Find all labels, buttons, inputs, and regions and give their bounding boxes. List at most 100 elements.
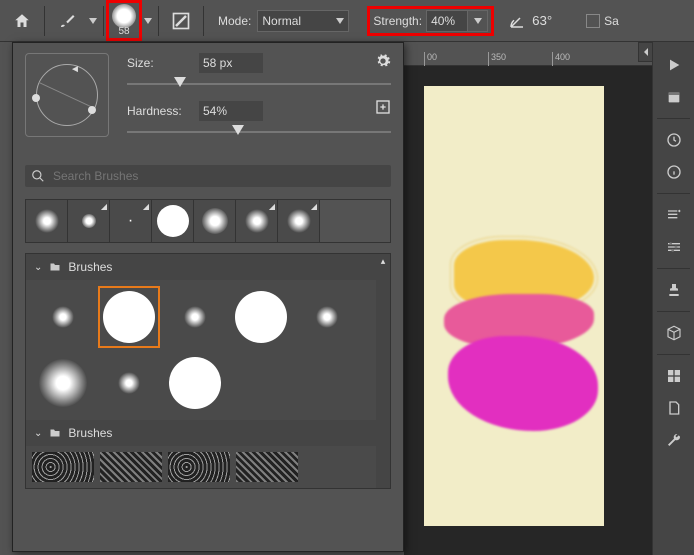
- brush-preset-selected[interactable]: [98, 286, 160, 348]
- hardness-slider[interactable]: [127, 125, 391, 139]
- mode-select[interactable]: Normal: [257, 10, 349, 32]
- new-brush-button[interactable]: [375, 99, 391, 115]
- strength-label: Strength:: [373, 14, 422, 28]
- scroll-up-button[interactable]: ▴: [376, 254, 390, 268]
- sample-all-layers-checkbox[interactable]: Sa: [586, 14, 619, 28]
- chevron-down-icon: [144, 18, 152, 24]
- chevron-down-icon: [89, 18, 97, 24]
- folder-label: Brushes: [68, 426, 112, 440]
- brush-search-input[interactable]: [53, 169, 385, 183]
- info-panel-button[interactable]: [656, 157, 692, 187]
- folder-header[interactable]: ⌄ Brushes: [26, 420, 390, 446]
- brush-folder: ▴ ⌄ Brushes ⌄ Brushes: [25, 253, 391, 489]
- soft-round-icon: [287, 209, 311, 233]
- brush-preset-picker[interactable]: 58: [108, 2, 140, 39]
- ruler-tick: 350: [488, 52, 506, 66]
- wrench-icon: [666, 432, 682, 448]
- brush-preset[interactable]: [98, 352, 160, 414]
- separator: [657, 354, 690, 355]
- chevron-down-icon: [474, 18, 482, 24]
- panel-menu-button[interactable]: [375, 53, 391, 69]
- calendar-icon: [666, 89, 682, 105]
- recent-brush[interactable]: ◢: [278, 200, 320, 242]
- soft-round-icon: [52, 306, 74, 328]
- slider-thumb[interactable]: [232, 125, 244, 135]
- roundness-handle[interactable]: [88, 106, 96, 114]
- brush-size-readout: 58: [118, 26, 129, 37]
- separator: [657, 193, 690, 194]
- canvas[interactable]: [424, 86, 604, 526]
- recent-brush[interactable]: [194, 200, 236, 242]
- size-slider[interactable]: [127, 77, 391, 91]
- brushes-panel-button[interactable]: [656, 200, 692, 230]
- recent-brush[interactable]: ◢: [68, 200, 110, 242]
- adjustments-panel-button[interactable]: [656, 425, 692, 455]
- strength-input[interactable]: 40%: [426, 10, 468, 32]
- brush-preset-texture[interactable]: [100, 452, 162, 482]
- strength-dropdown[interactable]: [468, 10, 488, 32]
- tool-preset-picker[interactable]: [49, 3, 85, 39]
- separator: [657, 268, 690, 269]
- soft-round-icon: [184, 306, 206, 328]
- brush-settings-panel-button[interactable]: [656, 232, 692, 262]
- info-icon: [666, 164, 682, 180]
- brush-preset[interactable]: [230, 286, 292, 348]
- play-actions-button[interactable]: [656, 50, 692, 80]
- soft-round-icon: [35, 209, 59, 233]
- soft-round-icon: [118, 372, 140, 394]
- soft-round-icon: [82, 214, 96, 228]
- mode-value: Normal: [262, 14, 301, 28]
- strength-group: Strength: 40%: [369, 8, 492, 34]
- recent-brush[interactable]: [26, 200, 68, 242]
- layers-panel-button[interactable]: [656, 393, 692, 423]
- angle-arrow-icon: ◄: [70, 64, 80, 75]
- brush-icon: [58, 12, 76, 30]
- modifier-badge: ◢: [101, 202, 107, 211]
- brush-preset[interactable]: [32, 286, 94, 348]
- size-input[interactable]: 58 px: [199, 53, 263, 73]
- angle-handle[interactable]: [32, 94, 40, 102]
- hard-round-icon: [235, 291, 287, 343]
- brush-preset[interactable]: [164, 286, 226, 348]
- brush-grid: [26, 280, 390, 420]
- brush-preset[interactable]: [32, 352, 94, 414]
- mode-label: Mode:: [218, 14, 251, 28]
- hard-round-icon: [169, 357, 221, 409]
- expand-panels-button[interactable]: [638, 42, 652, 62]
- stroke-magenta: [448, 336, 598, 431]
- recent-brush[interactable]: ◢: [236, 200, 278, 242]
- folder-header[interactable]: ⌄ Brushes: [26, 254, 390, 280]
- soft-round-large-icon: [39, 359, 87, 407]
- brush-preset-texture[interactable]: [236, 452, 298, 482]
- tool-preset-dropdown[interactable]: [87, 18, 99, 24]
- brush-preset[interactable]: [296, 286, 358, 348]
- brush-preset-dropdown[interactable]: [142, 18, 154, 24]
- home-button[interactable]: [4, 3, 40, 39]
- history-panel-button[interactable]: [656, 125, 692, 155]
- recent-brush[interactable]: ·◢: [110, 200, 152, 242]
- hard-round-icon: [103, 291, 155, 343]
- clone-source-panel-button[interactable]: [656, 275, 692, 305]
- play-icon: [666, 57, 682, 73]
- ruler-horizontal[interactable]: 00 350 400: [404, 42, 652, 66]
- paint-strokes: [444, 240, 594, 440]
- brush-preset-texture[interactable]: [32, 452, 94, 482]
- recent-brush[interactable]: [152, 200, 194, 242]
- brush-search[interactable]: [25, 165, 391, 187]
- brush-preset-texture[interactable]: [168, 452, 230, 482]
- brush-settings-button[interactable]: [163, 3, 199, 39]
- 3d-panel-button[interactable]: [656, 318, 692, 348]
- hard-round-icon: [157, 205, 189, 237]
- angle-input[interactable]: [532, 13, 568, 28]
- hard-round-tiny-icon: ·: [128, 212, 133, 230]
- sample-label: Sa: [604, 14, 619, 28]
- swatches-panel-button[interactable]: [656, 361, 692, 391]
- brush-angle-editor[interactable]: ◄: [25, 53, 109, 137]
- brush-preview-icon: [112, 4, 136, 28]
- brush-preset[interactable]: [164, 352, 226, 414]
- separator: [158, 6, 159, 36]
- slider-thumb[interactable]: [174, 77, 186, 87]
- hardness-input[interactable]: 54%: [199, 101, 263, 121]
- soft-round-icon: [202, 208, 228, 234]
- calendar-panel-button[interactable]: [656, 82, 692, 112]
